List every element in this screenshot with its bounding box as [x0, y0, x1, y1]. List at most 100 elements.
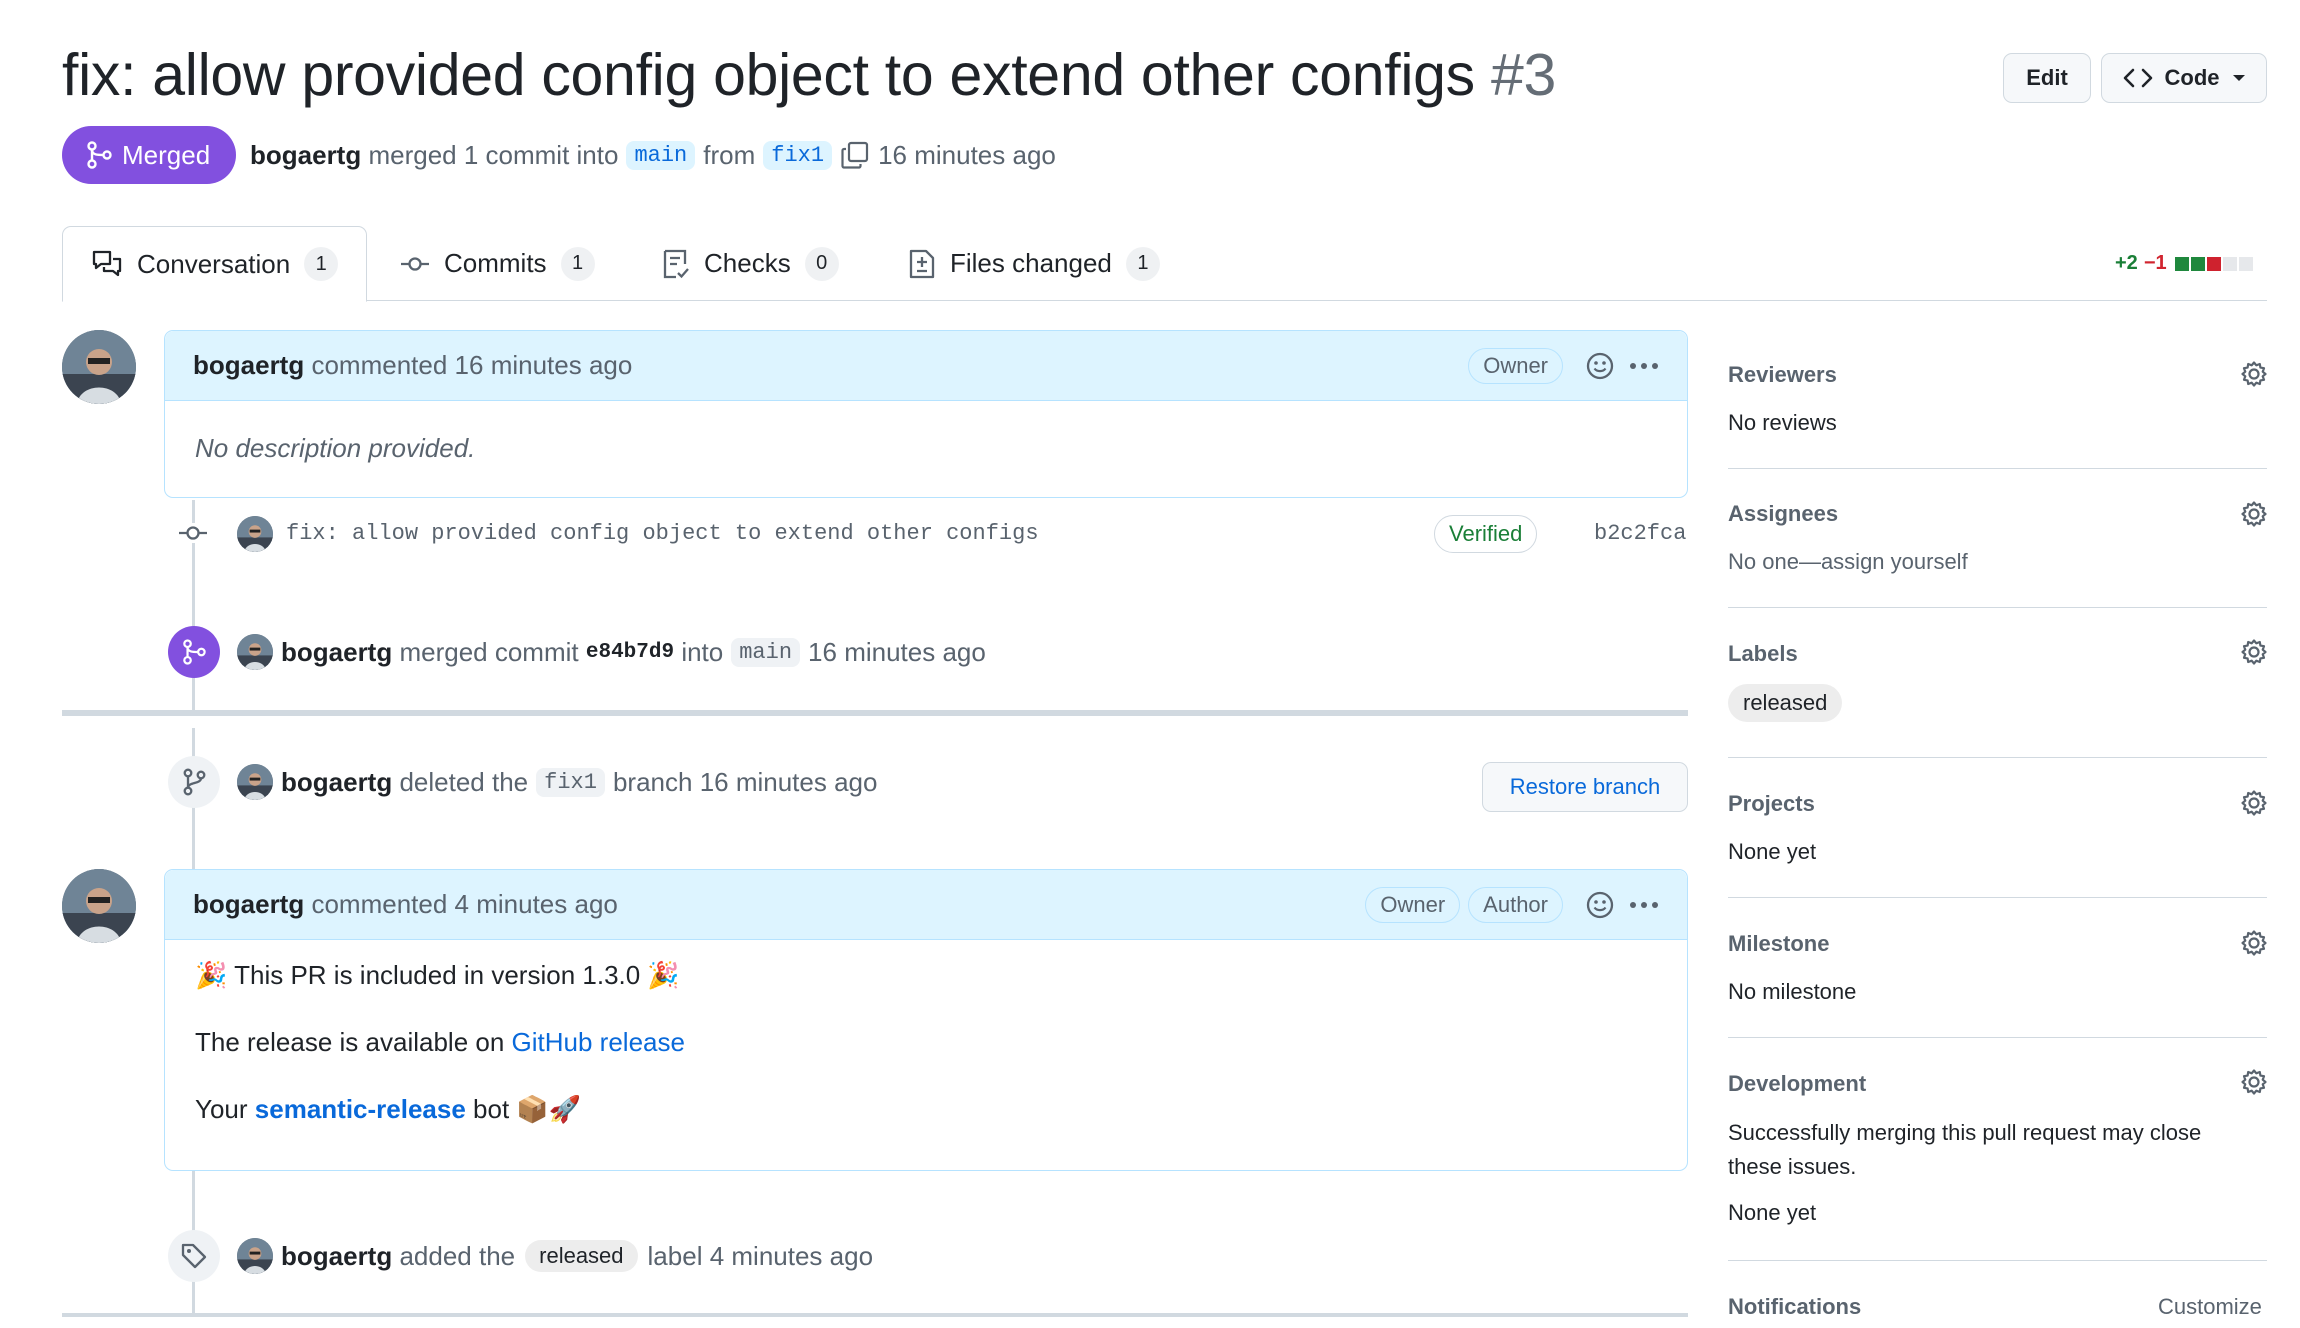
pr-tabs: Conversation 1 Commits 1 Checks 0 Files … [62, 226, 2267, 302]
git-branch-icon [183, 768, 206, 796]
head-branch[interactable]: fix1 [763, 140, 833, 170]
comment-time[interactable]: 16 minutes ago [455, 350, 633, 381]
verified-badge[interactable]: Verified [1434, 515, 1538, 553]
labels-heading[interactable]: Labels [1728, 641, 1798, 667]
tab-checks-label: Checks [704, 248, 791, 278]
customize-link[interactable]: Customize [2158, 1294, 2262, 1320]
projects-heading[interactable]: Projects [1728, 791, 1815, 817]
merged-label: Merged [122, 139, 211, 170]
label-event-badge [168, 1230, 220, 1282]
commit-sha[interactable]: b2c2fca [1594, 521, 1686, 546]
event-text: branch [612, 766, 693, 797]
diffstat: +2 −1 [2115, 252, 2253, 275]
reviewers-heading[interactable]: Reviewers [1728, 362, 1837, 388]
avatar[interactable] [237, 634, 273, 670]
released-label[interactable]: released [1728, 684, 1843, 722]
git-commit-icon [401, 256, 429, 271]
tab-files-changed[interactable]: Files changed 1 [908, 226, 1160, 301]
avatar[interactable] [237, 1238, 273, 1274]
gear-icon[interactable] [2240, 500, 2268, 528]
comment-body: No description provided. [195, 433, 476, 463]
restore-branch-button[interactable]: Restore branch [1482, 762, 1688, 812]
assignees-value[interactable]: No one—assign yourself [1728, 549, 1968, 575]
tab-conversation[interactable]: Conversation 1 [62, 226, 368, 302]
code-label: Code [2164, 65, 2220, 90]
tab-checks[interactable]: Checks 0 [662, 226, 839, 301]
event-text: deleted the [399, 766, 529, 797]
base-branch[interactable]: main [626, 140, 696, 170]
tab-commits[interactable]: Commits 1 [400, 226, 595, 301]
smiley-icon[interactable] [1585, 351, 1615, 381]
avatar[interactable] [237, 764, 273, 800]
line-text: bot 📦🚀 [473, 1094, 582, 1124]
sidebar-divider [1728, 757, 2267, 758]
tab-conversation-label: Conversation [137, 248, 291, 279]
author-link[interactable]: bogaertg [250, 140, 361, 171]
released-label[interactable]: released [525, 1240, 638, 1272]
avatar[interactable] [62, 330, 136, 404]
comment-discussion-icon [92, 250, 122, 277]
event-author[interactable]: bogaertg [281, 637, 392, 668]
bot-line: Your semantic-release bot 📦🚀 [195, 1092, 1657, 1126]
semantic-release-link[interactable]: semantic-release [255, 1094, 466, 1124]
smiley-icon[interactable] [1585, 890, 1615, 920]
pr-title-text: fix: allow provided config object to ext… [62, 42, 1475, 108]
merged-status-badge: Merged [62, 126, 236, 184]
gear-icon[interactable] [2240, 638, 2268, 666]
event-author[interactable]: bogaertg [281, 767, 392, 798]
release-line: 🎉 This PR is included in version 1.3.0 🎉 [195, 960, 680, 990]
event-text: added the [399, 1240, 516, 1271]
comment-body: 🎉 This PR is included in version 1.3.0 🎉… [165, 940, 1687, 1126]
event-time[interactable]: 4 minutes ago [710, 1241, 873, 1272]
from-text: from [703, 139, 756, 170]
event-branch[interactable]: main [731, 637, 801, 667]
pr-number: #3 [1490, 42, 1556, 108]
event-text: into [681, 636, 724, 667]
merge-commit-sha[interactable]: e84b7d9 [586, 641, 674, 664]
gear-icon[interactable] [2240, 1068, 2268, 1096]
line-text: The release is available on [195, 1027, 505, 1057]
sidebar-divider [1728, 1260, 2267, 1261]
avatar[interactable] [62, 869, 136, 943]
comment-header: bogaertg commented 4 minutes ago Owner A… [165, 870, 1687, 940]
assignees-heading[interactable]: Assignees [1728, 501, 1838, 527]
event-time[interactable]: 16 minutes ago [700, 767, 878, 798]
timeline-divider [62, 710, 1688, 716]
gear-icon[interactable] [2240, 789, 2268, 817]
author-badge: Author [1468, 886, 1563, 923]
kebab-horizontal-icon[interactable] [1629, 361, 1659, 371]
kebab-horizontal-icon[interactable] [1629, 900, 1659, 910]
reviewers-value: No reviews [1728, 410, 1837, 435]
comment-author[interactable]: bogaertg [193, 350, 304, 381]
event-text: label [647, 1240, 703, 1271]
github-release-link[interactable]: GitHub release [512, 1027, 685, 1057]
git-merge-icon [183, 639, 206, 665]
comment-box: bogaertg commented 16 minutes ago Owner … [164, 330, 1688, 498]
avatar[interactable] [237, 516, 273, 552]
sidebar-divider [1728, 468, 2267, 469]
comment-time[interactable]: 4 minutes ago [455, 889, 618, 920]
sidebar-divider [1728, 1037, 2267, 1038]
milestone-heading[interactable]: Milestone [1728, 931, 1829, 957]
comment-author[interactable]: bogaertg [193, 889, 304, 920]
development-heading[interactable]: Development [1728, 1071, 1866, 1097]
comment-box: bogaertg commented 4 minutes ago Owner A… [164, 869, 1688, 1171]
gear-icon[interactable] [2240, 929, 2268, 957]
tab-files-count: 1 [1125, 246, 1160, 281]
code-button[interactable]: Code [2101, 53, 2267, 103]
copy-icon[interactable] [840, 140, 870, 170]
milestone-value: No milestone [1728, 979, 1857, 1004]
commit-message[interactable]: fix: allow provided config object to ext… [286, 521, 1039, 546]
event-time[interactable]: 16 minutes ago [808, 637, 986, 668]
event-branch: fix1 [536, 767, 605, 797]
comment-action: commented [311, 350, 448, 380]
label-event: bogaertg added the released label 4 minu… [281, 1236, 873, 1276]
merge-time: 16 minutes ago [878, 139, 1056, 170]
sidebar-divider [1728, 607, 2267, 608]
gear-icon[interactable] [2240, 360, 2268, 388]
branch-event-badge [168, 756, 220, 808]
checklist-icon [663, 249, 689, 278]
diffstat-bar [2173, 256, 2253, 271]
event-author[interactable]: bogaertg [281, 1241, 392, 1272]
edit-button[interactable]: Edit [2003, 53, 2091, 103]
